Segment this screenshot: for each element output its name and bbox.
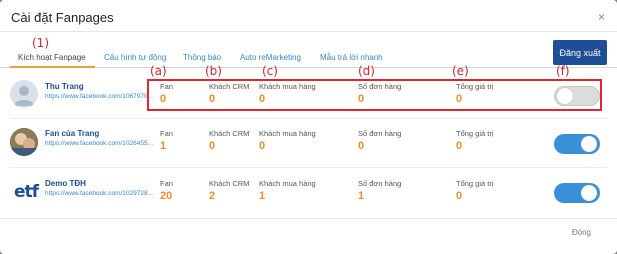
total-value: 0 <box>456 190 463 202</box>
total-value-label: Tổng giá trị <box>456 179 494 188</box>
tab-auto-config[interactable]: Cấu hình tự động <box>104 53 166 62</box>
page-name[interactable]: Thu Trang <box>45 82 84 91</box>
total-value: 0 <box>456 140 463 152</box>
toggle-knob <box>581 185 597 201</box>
page-name[interactable]: Demo TĐH <box>45 179 86 188</box>
orders-label: Số đơn hàng <box>358 129 402 138</box>
crm-label: Khách CRM <box>209 129 250 138</box>
fan-label: Fan <box>160 179 173 188</box>
crm-value: 2 <box>209 190 216 202</box>
buyers-value: 0 <box>259 140 266 152</box>
fanpage-row: Fan của Trang https://www.facebook.com/1… <box>0 119 617 167</box>
fanpage-settings-modal: Cài đặt Fanpages × (1) Kích hoạt Fanpage… <box>0 0 617 254</box>
page-url[interactable]: https://www.facebook.com/1029728... <box>45 190 158 197</box>
page-enable-toggle[interactable] <box>554 134 600 154</box>
orders-value: 0 <box>358 140 365 152</box>
active-tab-indicator <box>10 66 95 68</box>
logout-button[interactable]: Đăng xuất <box>553 40 607 65</box>
buyers-label: Khách mua hàng <box>259 129 316 138</box>
page-enable-toggle[interactable] <box>554 183 600 203</box>
orders-value: 1 <box>358 190 365 202</box>
modal-header: Cài đặt Fanpages × <box>0 0 617 32</box>
fan-label: Fan <box>160 129 173 138</box>
modal-title: Cài đặt Fanpages <box>11 10 114 25</box>
buyers-value: 1 <box>259 190 266 202</box>
fan-value: 1 <box>160 140 167 152</box>
tab-auto-remarketing[interactable]: Auto reMarketing <box>240 53 301 62</box>
fan-value: 20 <box>160 190 173 202</box>
total-value-label: Tổng giá trị <box>456 129 494 138</box>
orders-label: Số đơn hàng <box>358 179 402 188</box>
tab-activate-fanpage[interactable]: Kích hoạt Fanpage <box>18 53 86 62</box>
footer-divider <box>0 218 617 219</box>
toggle-knob <box>581 136 597 152</box>
tab-quick-replies[interactable]: Mẫu trả lời nhanh <box>320 53 383 62</box>
close-icon[interactable]: × <box>598 11 605 23</box>
buyers-label: Khách mua hàng <box>259 179 316 188</box>
etf-logo-text: etf <box>13 182 39 202</box>
crm-label: Khách CRM <box>209 179 250 188</box>
tab-bar: Kích hoạt Fanpage Cấu hình tự động Thông… <box>0 33 617 68</box>
close-button[interactable]: Đóng <box>572 228 591 237</box>
default-user-icon <box>10 80 38 108</box>
tab-notifications[interactable]: Thông báo <box>183 53 221 62</box>
profile-photo-icon <box>10 128 38 156</box>
page-url[interactable]: https://www.facebook.com/1067970... <box>45 93 158 100</box>
page-name[interactable]: Fan của Trang <box>45 129 99 138</box>
crm-value: 0 <box>209 140 216 152</box>
annotation-highlight-box <box>147 79 602 111</box>
fanpage-row: etf Demo TĐH https://www.facebook.com/10… <box>0 168 617 216</box>
etf-logo-icon: etf <box>10 178 42 206</box>
page-url[interactable]: https://www.facebook.com/1026455... <box>45 140 158 147</box>
